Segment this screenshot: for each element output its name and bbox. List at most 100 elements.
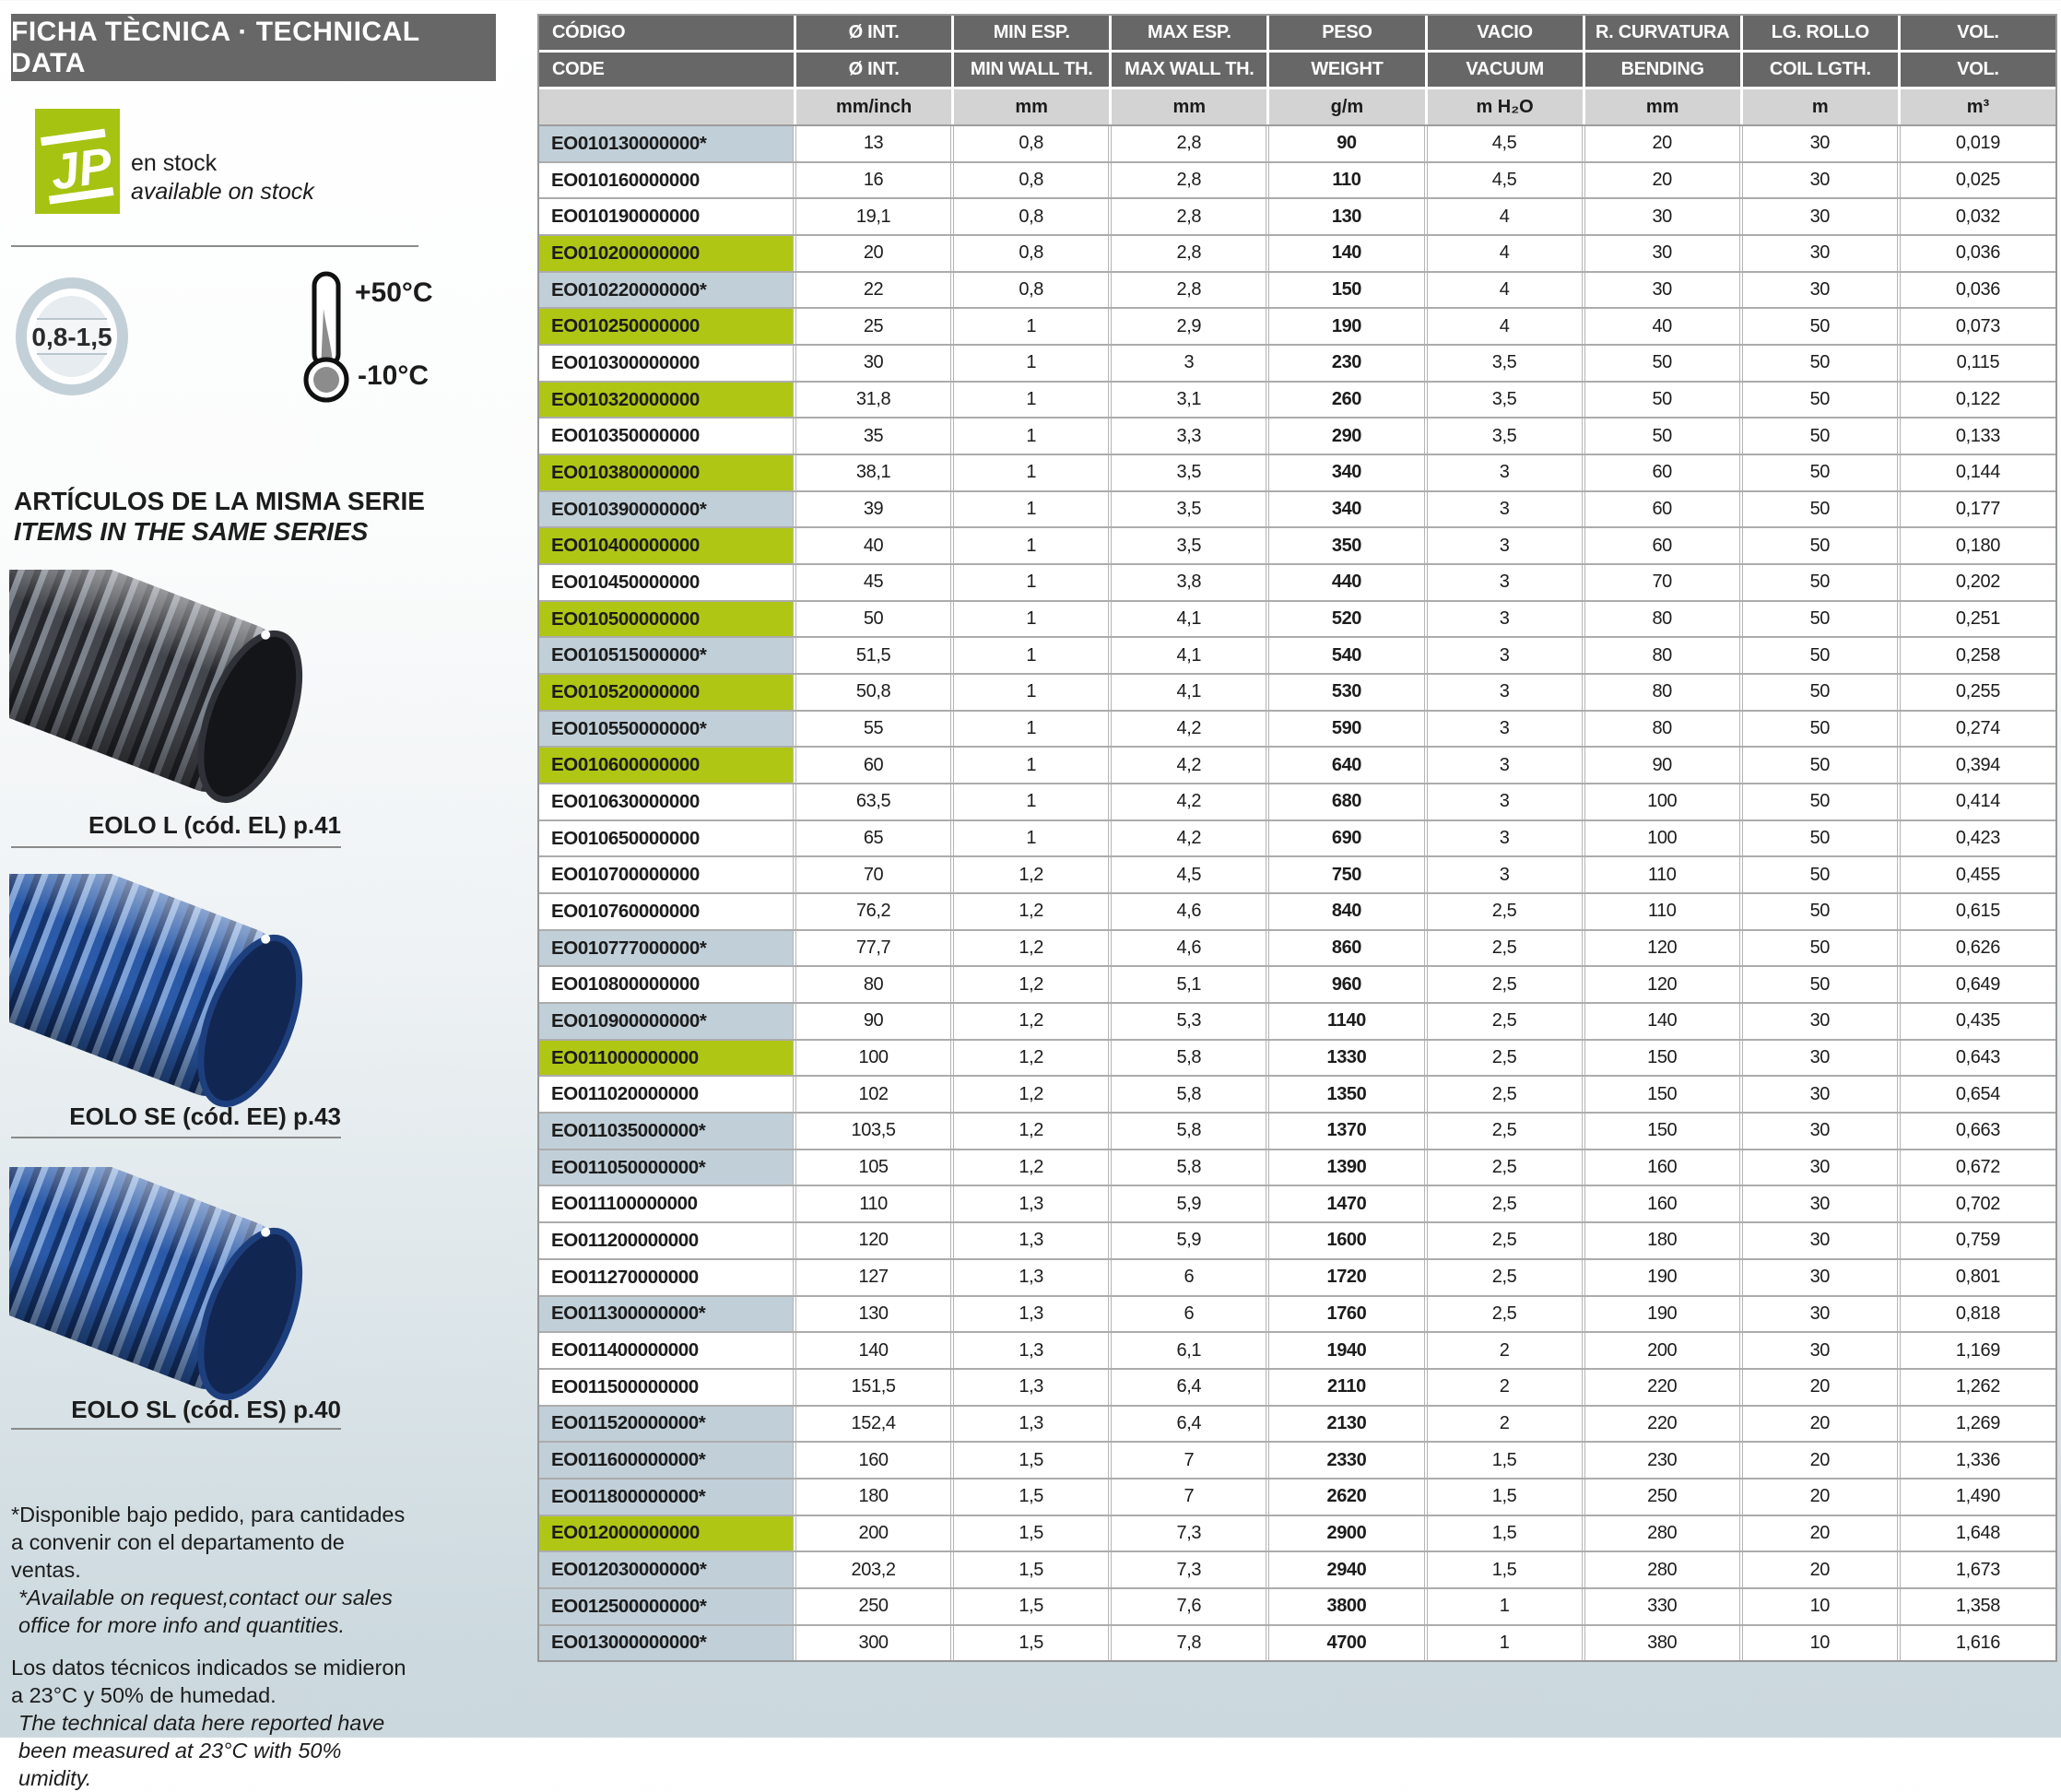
- stock-availability: en stock available on stock: [131, 149, 314, 206]
- table-row: EO0114000000001401,36,119402200301,169: [539, 1333, 2055, 1370]
- code-cell: EO010350000000: [539, 419, 794, 454]
- series-title-en: ITEMS IN THE SAME SERIES: [14, 516, 425, 547]
- value-cell: 5,8: [1111, 1114, 1266, 1149]
- value-cell: 1,5: [953, 1516, 1109, 1551]
- series-item-label: EOLO SL (cód. ES) p.40: [11, 1396, 341, 1424]
- value-cell: 1,3: [953, 1186, 1109, 1221]
- value-cell: 51,5: [795, 638, 951, 673]
- value-cell: 1350: [1268, 1077, 1424, 1112]
- value-cell: 3,5: [1427, 419, 1583, 454]
- table-row: EO010900000000*901,25,311402,5140300,435: [539, 1004, 2055, 1041]
- value-cell: 290: [1268, 419, 1424, 454]
- value-cell: 4,5: [1427, 163, 1583, 198]
- value-cell: 25: [795, 309, 951, 344]
- value-cell: 1,5: [953, 1480, 1109, 1515]
- value-cell: 1,5: [953, 1589, 1109, 1624]
- table-row: EO010200000000200,82,8140430300,036: [539, 236, 2055, 273]
- code-cell: EO010190000000: [539, 199, 794, 234]
- value-cell: 250: [1584, 1480, 1740, 1515]
- divider: [11, 846, 341, 848]
- value-cell: 4,2: [1111, 748, 1266, 783]
- value-cell: 0,036: [1900, 273, 2055, 308]
- table-row: EO010515000000*51,514,1540380500,258: [539, 638, 2055, 675]
- table-body: EO010130000000*130,82,8904,520300,019EO0…: [539, 124, 2055, 1660]
- value-cell: 30: [1584, 273, 1740, 308]
- value-cell: 3: [1427, 492, 1583, 527]
- value-cell: 1: [953, 492, 1109, 527]
- value-cell: 20: [1742, 1480, 1898, 1515]
- value-cell: 50: [1742, 784, 1898, 819]
- series-section-title: ARTÍCULOS DE LA MISMA SERIE ITEMS IN THE…: [14, 486, 425, 547]
- code-cell: EO010800000000: [539, 967, 794, 1002]
- value-cell: 0,818: [1900, 1297, 2055, 1332]
- value-cell: 7: [1111, 1443, 1266, 1478]
- value-cell: 1: [953, 455, 1109, 490]
- value-cell: 40: [1584, 309, 1740, 344]
- value-cell: 110: [1268, 163, 1424, 198]
- value-cell: 0,251: [1900, 602, 2055, 637]
- value-cell: 3: [1427, 528, 1583, 563]
- thermometer-icon: [300, 270, 353, 404]
- value-cell: 6: [1111, 1297, 1266, 1332]
- code-cell: EO010380000000: [539, 455, 794, 490]
- value-cell: 340: [1268, 492, 1424, 527]
- footnote-line: The technical data here reported have be…: [11, 1709, 409, 1792]
- value-cell: 77,7: [795, 931, 951, 966]
- table-row: EO0102500000002512,9190440500,073: [539, 309, 2055, 346]
- value-cell: 0,615: [1900, 894, 2055, 929]
- value-cell: 1,5: [953, 1443, 1109, 1478]
- value-cell: 1390: [1268, 1150, 1424, 1185]
- code-cell: EO010160000000: [539, 163, 794, 198]
- value-cell: 30: [1742, 126, 1898, 161]
- value-cell: 1: [953, 748, 1109, 783]
- value-cell: 120: [795, 1223, 951, 1258]
- code-cell: EO012500000000*: [539, 1589, 794, 1624]
- value-cell: 1,2: [953, 1041, 1109, 1076]
- value-cell: 20: [1742, 1552, 1898, 1587]
- value-cell: 5,8: [1111, 1077, 1266, 1112]
- wall-thickness-icon: 0,8-1,5: [15, 277, 129, 396]
- value-cell: 110: [1584, 857, 1740, 892]
- value-cell: 520: [1268, 602, 1424, 637]
- value-cell: 530: [1268, 675, 1424, 710]
- value-cell: 90: [795, 1004, 951, 1039]
- value-cell: 1370: [1268, 1114, 1424, 1149]
- value-cell: 2330: [1268, 1443, 1424, 1478]
- value-cell: 70: [1584, 565, 1740, 600]
- value-cell: 2,5: [1427, 931, 1583, 966]
- code-cell: EO010520000000: [539, 675, 794, 710]
- value-cell: 7: [1111, 1480, 1266, 1515]
- table-row: EO0110000000001001,25,813302,5150300,643: [539, 1041, 2055, 1078]
- value-cell: 30: [1742, 1186, 1898, 1221]
- value-cell: 0,133: [1900, 419, 2055, 454]
- value-cell: 1470: [1268, 1186, 1424, 1221]
- value-cell: 55: [795, 712, 951, 747]
- value-cell: 1,262: [1900, 1370, 2055, 1405]
- table-row: EO012500000000*2501,57,638001330101,358: [539, 1589, 2055, 1626]
- value-cell: 2,8: [1111, 273, 1266, 308]
- code-cell: EO010600000000: [539, 748, 794, 783]
- value-cell: 39: [795, 492, 951, 527]
- value-cell: 1,169: [1900, 1333, 2055, 1368]
- table-row: EO01063000000063,514,26803100500,414: [539, 784, 2055, 821]
- technical-data-table: CÓDIGOØ INT.MIN ESP.MAX ESP.PESOVACIOR. …: [537, 14, 2057, 1662]
- jp-stock-icon: JP: [35, 109, 120, 214]
- value-cell: 960: [1268, 967, 1424, 1002]
- value-cell: 35: [795, 419, 951, 454]
- divider: [11, 1428, 341, 1430]
- value-cell: 1: [953, 821, 1109, 856]
- value-cell: 180: [1584, 1223, 1740, 1258]
- value-cell: 50: [1742, 712, 1898, 747]
- col-header-es-1: Ø INT.: [796, 16, 951, 50]
- value-cell: 30: [1584, 199, 1740, 234]
- code-cell: EO010550000000*: [539, 712, 794, 747]
- value-cell: 1,2: [953, 967, 1109, 1002]
- code-cell: EO011300000000*: [539, 1297, 794, 1332]
- value-cell: 0,8: [953, 126, 1109, 161]
- value-cell: 1,3: [953, 1407, 1109, 1442]
- table-units-row: mm/inchmmmmg/mm H₂Ommmm³: [539, 89, 2055, 124]
- value-cell: 80: [795, 967, 951, 1002]
- value-cell: 2940: [1268, 1552, 1424, 1587]
- value-cell: 30: [1742, 1077, 1898, 1112]
- value-cell: 50,8: [795, 675, 951, 710]
